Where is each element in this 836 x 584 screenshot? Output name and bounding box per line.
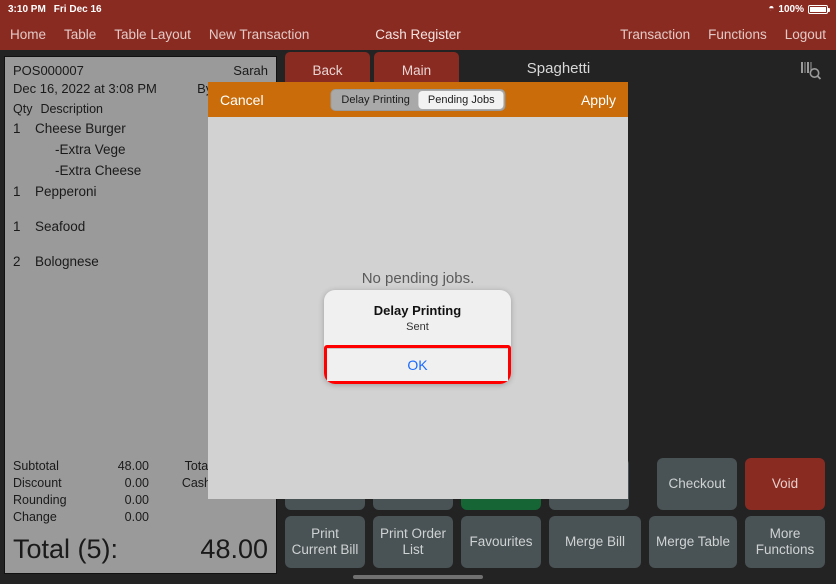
item-qty	[13, 160, 29, 181]
receipt-order-row: POS000007 Sarah	[13, 62, 268, 80]
nav-functions[interactable]: Functions	[708, 27, 767, 42]
item-qty: 2	[13, 254, 21, 269]
col-qty-label: Qty	[13, 102, 33, 116]
segment-delay-printing[interactable]: Delay Printing	[332, 91, 418, 109]
category-title: Spaghetti	[526, 60, 591, 77]
merge-bill-button[interactable]: Merge Bill	[549, 516, 641, 568]
home-indicator	[353, 575, 483, 579]
status-bar: 3:10 PM Fri Dec 16 ◓ 100%	[0, 0, 836, 18]
item-desc: Bolognese	[35, 254, 99, 269]
item-qty: 1	[13, 219, 21, 234]
item-qty: 1	[13, 121, 21, 136]
nav-home[interactable]: Home	[10, 27, 46, 42]
nav-table[interactable]: Table	[64, 27, 96, 42]
alert-dialog: Delay Printing Sent OK	[324, 290, 511, 384]
segment-pending-jobs[interactable]: Pending Jobs	[418, 90, 504, 109]
favourites-button[interactable]: Favourites	[461, 516, 541, 568]
subtotal-label: Subtotal	[13, 459, 59, 473]
item-desc: Pepperoni	[35, 184, 97, 199]
status-bar-left: 3:10 PM Fri Dec 16	[8, 4, 102, 15]
grand-total-value: 48.00	[200, 534, 268, 564]
col-desc-label: Description	[40, 102, 103, 116]
print-current-bill-button[interactable]: Print Current Bill	[285, 516, 365, 568]
discount-value: 0.00	[124, 476, 149, 490]
ok-button[interactable]: OK	[327, 348, 508, 381]
receipt-customer: Sarah	[233, 63, 268, 78]
nav-logout[interactable]: Logout	[785, 27, 826, 42]
void-button[interactable]: Void	[745, 458, 825, 510]
status-time: 3:10 PM	[8, 3, 46, 15]
change-value: 0.00	[124, 510, 149, 524]
alert-text-block: Delay Printing Sent	[324, 290, 511, 345]
segmented-control: Delay Printing Pending Jobs	[330, 88, 506, 111]
cancel-button[interactable]: Cancel	[220, 92, 264, 108]
checkout-button[interactable]: Checkout	[657, 458, 737, 510]
status-bar-right: ◓ 100%	[768, 3, 830, 15]
discount-label: Discount	[13, 476, 62, 490]
rounding-label: Rounding	[13, 493, 67, 507]
navigation-bar: Home Table Table Layout New Transaction …	[0, 18, 836, 50]
change-label: Change	[13, 510, 57, 524]
barcode-search-icon[interactable]	[798, 58, 824, 84]
item-qty: 1	[13, 184, 21, 199]
status-date: Fri Dec 16	[53, 3, 102, 15]
nav-transaction[interactable]: Transaction	[620, 27, 690, 42]
pos-app-screen: 3:10 PM Fri Dec 16 ◓ 100% Home Table Tab…	[0, 0, 836, 584]
nav-right-group: Transaction Functions Logout	[620, 27, 826, 42]
cash-label: Cash	[181, 476, 211, 490]
item-qty	[13, 139, 29, 160]
print-jobs-modal: Cancel Delay Printing Pending Jobs Apply…	[208, 82, 628, 499]
merge-table-button[interactable]: Merge Table	[649, 516, 737, 568]
apply-button[interactable]: Apply	[581, 92, 616, 108]
item-desc: Cheese Burger	[35, 121, 126, 136]
item-desc: Seafood	[35, 219, 86, 234]
print-order-list-button[interactable]: Print Order List	[373, 516, 453, 568]
grand-total-label: Total (5):	[13, 534, 119, 564]
modal-toolbar: Cancel Delay Printing Pending Jobs Apply	[208, 82, 628, 117]
receipt-order-no: POS000007	[13, 63, 84, 78]
subtotal-value: 48.00	[117, 459, 149, 473]
totals-row: Change 0.00	[13, 509, 268, 526]
receipt-datetime: Dec 16, 2022 at 3:08 PM	[13, 81, 157, 96]
item-desc: -Extra Vege	[55, 142, 126, 157]
more-functions-button[interactable]: More Functions	[745, 516, 825, 568]
rounding-value: 0.00	[124, 493, 149, 507]
nav-table-layout[interactable]: Table Layout	[114, 27, 191, 42]
alert-title: Delay Printing	[373, 303, 462, 318]
grand-total-row: Total (5): 48.00	[5, 530, 276, 573]
modal-body: No pending jobs. Delay Printing Sent OK	[208, 117, 628, 499]
ok-button-highlight: OK	[324, 345, 511, 384]
alert-message: Sent	[406, 321, 429, 333]
battery-full-icon	[808, 4, 830, 14]
wifi-icon: ◓	[768, 3, 775, 14]
total-label: Total	[184, 459, 211, 473]
nav-new-transaction[interactable]: New Transaction	[209, 27, 310, 42]
empty-state-message: No pending jobs.	[361, 270, 475, 287]
battery-percent: 100%	[778, 3, 804, 15]
item-desc: -Extra Cheese	[55, 163, 142, 178]
